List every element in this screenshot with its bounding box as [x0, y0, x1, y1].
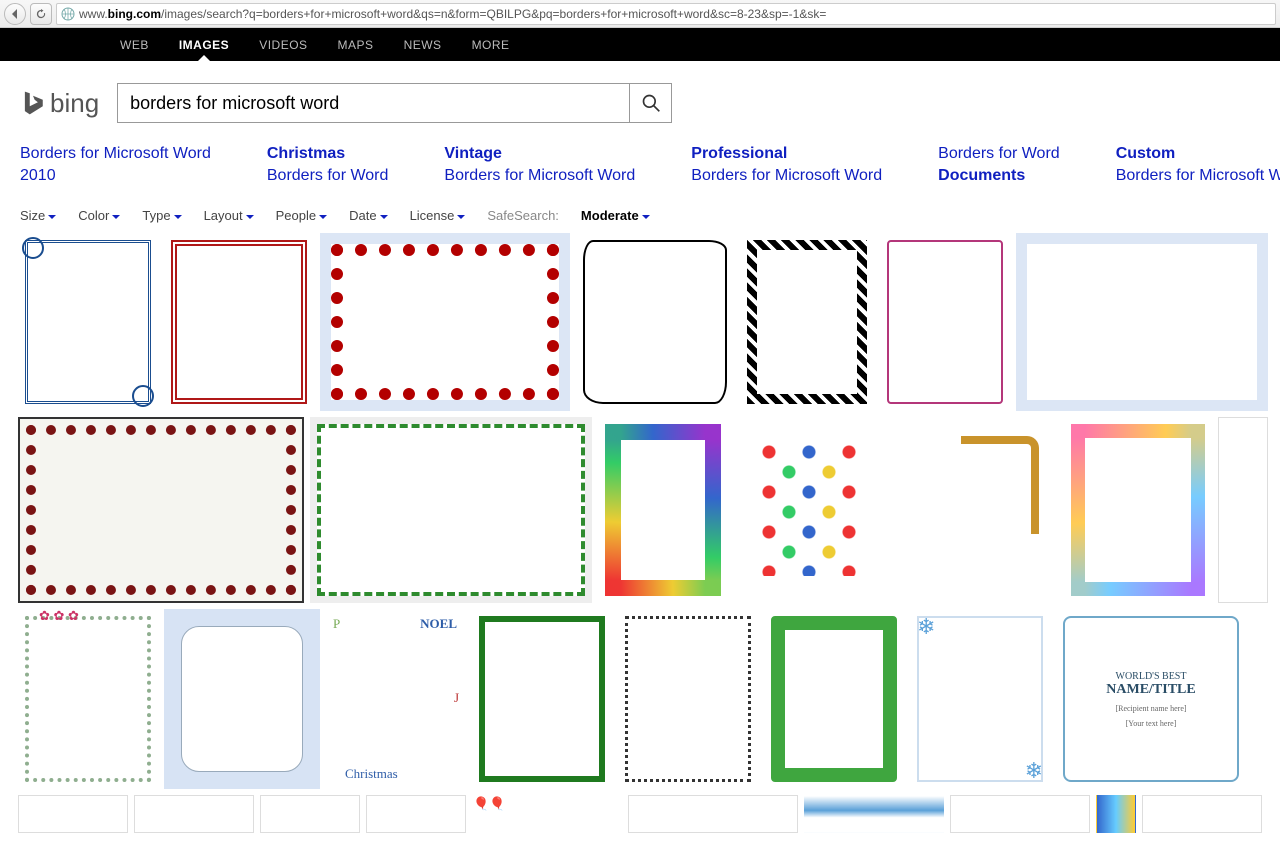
image-result[interactable] — [260, 795, 360, 833]
related-link[interactable]: Borders for WordDocuments — [938, 143, 1060, 186]
image-result[interactable]: 🎈🎈 — [472, 795, 622, 833]
image-result[interactable] — [910, 609, 1050, 789]
search-row: bing — [0, 61, 1280, 133]
image-result[interactable] — [576, 233, 734, 411]
top-nav: WEB IMAGES VIDEOS MAPS NEWS MORE — [0, 28, 1280, 61]
filter-type[interactable]: Type — [142, 208, 181, 223]
text: J — [454, 690, 459, 706]
chevron-down-icon — [174, 215, 182, 219]
related-link[interactable]: CustomBorders for Microsoft Word — [1116, 143, 1280, 186]
filter-color[interactable]: Color — [78, 208, 120, 223]
reload-icon — [36, 9, 46, 19]
filter-size[interactable]: Size — [20, 208, 56, 223]
image-result[interactable] — [950, 795, 1090, 833]
nav-news[interactable]: NEWS — [404, 38, 442, 52]
related-link[interactable]: Borders for Microsoft Word2010 — [20, 143, 211, 186]
related-link[interactable]: ChristmasBorders for Word — [267, 143, 389, 186]
related-searches: Borders for Microsoft Word2010 Christmas… — [0, 133, 1280, 202]
nav-more[interactable]: MORE — [472, 38, 510, 52]
chevron-down-icon — [246, 215, 254, 219]
image-result[interactable] — [18, 609, 158, 789]
bing-logo-text: bing — [50, 88, 99, 119]
image-result[interactable] — [890, 417, 1058, 603]
browser-address-bar: www.bing.com/images/search?q=borders+for… — [0, 0, 1280, 28]
certificate-text: WORLD'S BEST NAME/TITLE [Recipient name … — [1057, 610, 1245, 788]
image-result[interactable] — [598, 417, 728, 603]
image-result[interactable] — [18, 233, 158, 411]
result-row — [18, 417, 1262, 603]
chevron-down-icon — [112, 215, 120, 219]
image-result[interactable] — [1016, 233, 1268, 411]
text: NOEL — [420, 616, 457, 632]
search-button[interactable] — [629, 84, 671, 122]
chevron-down-icon — [319, 215, 327, 219]
image-result[interactable] — [164, 609, 320, 789]
image-result[interactable] — [880, 233, 1010, 411]
chevron-down-icon — [642, 215, 650, 219]
image-result[interactable] — [1142, 795, 1262, 833]
related-link[interactable]: ProfessionalBorders for Microsoft Word — [691, 143, 882, 186]
image-result[interactable]: WORLD'S BEST NAME/TITLE [Recipient name … — [1056, 609, 1246, 789]
image-result[interactable] — [1096, 795, 1136, 833]
image-result[interactable] — [472, 609, 612, 789]
search-input[interactable] — [118, 84, 629, 122]
chevron-down-icon — [457, 215, 465, 219]
image-result[interactable]: NOEL Christmas P J — [326, 609, 466, 789]
image-result[interactable] — [804, 795, 944, 833]
search-box — [117, 83, 672, 123]
bing-logo-icon — [20, 90, 46, 116]
image-result[interactable] — [618, 609, 758, 789]
image-results-grid: NOEL Christmas P J WORLD'S BEST NAME/TIT… — [0, 233, 1280, 833]
image-result[interactable] — [1064, 417, 1212, 603]
image-result[interactable] — [1218, 417, 1268, 603]
filter-safesearch[interactable]: Moderate — [581, 208, 650, 223]
image-result[interactable] — [18, 417, 304, 603]
back-button[interactable] — [4, 3, 26, 25]
back-icon — [10, 9, 20, 19]
image-result[interactable] — [764, 609, 904, 789]
globe-icon — [61, 7, 75, 21]
filter-people[interactable]: People — [276, 208, 327, 223]
image-result[interactable] — [734, 417, 884, 603]
result-row: NOEL Christmas P J WORLD'S BEST NAME/TIT… — [18, 609, 1262, 789]
chevron-down-icon — [380, 215, 388, 219]
image-result[interactable] — [320, 233, 570, 411]
safesearch-label: SafeSearch: — [487, 208, 559, 223]
bing-logo[interactable]: bing — [20, 88, 99, 119]
filter-date[interactable]: Date — [349, 208, 387, 223]
image-result[interactable] — [740, 233, 874, 411]
nav-web[interactable]: WEB — [120, 38, 149, 52]
image-result[interactable] — [628, 795, 798, 833]
url-field[interactable]: www.bing.com/images/search?q=borders+for… — [56, 3, 1276, 25]
nav-maps[interactable]: MAPS — [338, 38, 374, 52]
related-link[interactable]: VintageBorders for Microsoft Word — [444, 143, 635, 186]
image-result[interactable] — [164, 233, 314, 411]
result-row: 🎈🎈 — [18, 795, 1262, 833]
search-icon — [641, 93, 661, 113]
nav-videos[interactable]: VIDEOS — [259, 38, 307, 52]
url-text: www.bing.com/images/search?q=borders+for… — [79, 7, 826, 21]
text: Christmas — [345, 766, 398, 782]
image-result[interactable] — [18, 795, 128, 833]
result-row — [18, 233, 1262, 411]
filter-layout[interactable]: Layout — [204, 208, 254, 223]
chevron-down-icon — [48, 215, 56, 219]
filter-bar: Size Color Type Layout People Date Licen… — [0, 202, 1280, 233]
image-result[interactable] — [310, 417, 592, 603]
image-result[interactable] — [366, 795, 466, 833]
nav-images[interactable]: IMAGES — [179, 38, 229, 52]
image-result[interactable] — [134, 795, 254, 833]
text: P — [333, 616, 340, 632]
filter-license[interactable]: License — [410, 208, 466, 223]
reload-button[interactable] — [30, 3, 52, 25]
